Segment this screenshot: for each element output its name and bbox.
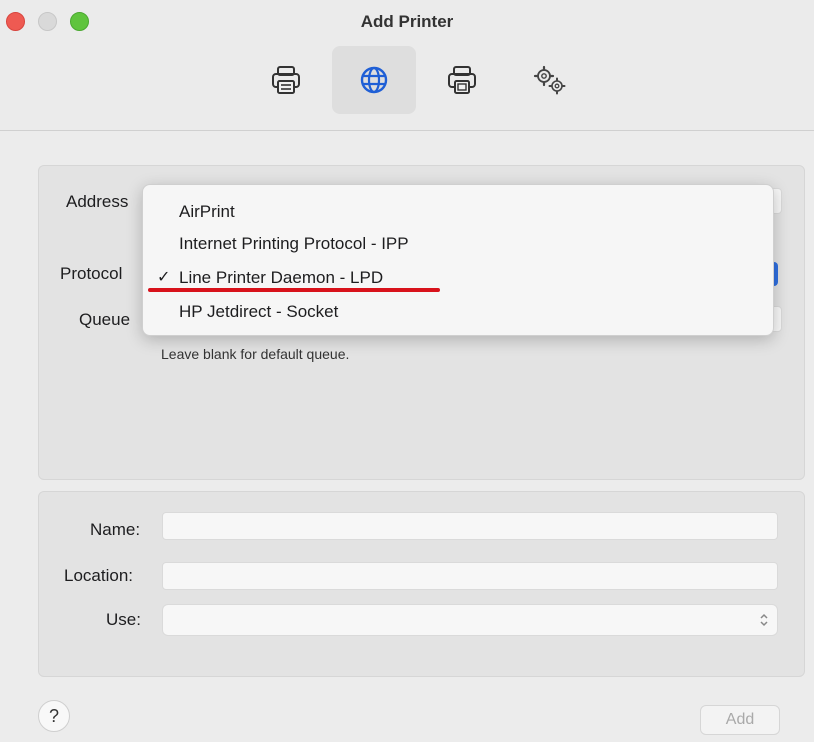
protocol-label: Protocol xyxy=(60,264,123,283)
queue-hint: Leave blank for default queue. xyxy=(161,346,350,362)
use-select[interactable] xyxy=(162,604,778,636)
protocol-dropdown-menu: AirPrint Internet Printing Protocol - IP… xyxy=(142,184,774,336)
up-down-chevron-icon xyxy=(760,613,768,627)
location-input[interactable] xyxy=(162,562,778,590)
address-label: Address xyxy=(66,192,129,211)
toolbar-windows-button[interactable] xyxy=(420,46,504,114)
menu-item-lpd[interactable]: Line Printer Daemon - LPD xyxy=(179,268,383,288)
printer-icon xyxy=(272,66,300,94)
use-label: Use: xyxy=(106,610,141,629)
location-label: Location: xyxy=(64,566,133,585)
title-bar: Add Printer xyxy=(0,0,814,131)
printer-card-icon xyxy=(448,66,476,94)
name-label: Name: xyxy=(90,520,141,539)
window-title: Add Printer xyxy=(360,12,454,31)
toolbar-default-button[interactable] xyxy=(244,46,328,114)
globe-icon xyxy=(360,66,388,94)
toolbar-advanced-button[interactable] xyxy=(508,46,592,114)
menu-item-ipp[interactable]: Internet Printing Protocol - IPP xyxy=(179,234,409,254)
menu-item-airprint[interactable]: AirPrint xyxy=(179,202,235,222)
menu-item-socket[interactable]: HP Jetdirect - Socket xyxy=(179,302,338,322)
queue-label: Queue xyxy=(79,310,131,329)
name-input[interactable] xyxy=(162,512,778,540)
toolbar-ip-button[interactable] xyxy=(332,46,416,114)
checkmark-icon: ✓ xyxy=(157,269,171,286)
help-button[interactable]: ? xyxy=(38,700,70,732)
add-button[interactable]: Add xyxy=(700,705,780,735)
gears-icon xyxy=(533,65,566,95)
annotation-underline xyxy=(148,288,440,292)
